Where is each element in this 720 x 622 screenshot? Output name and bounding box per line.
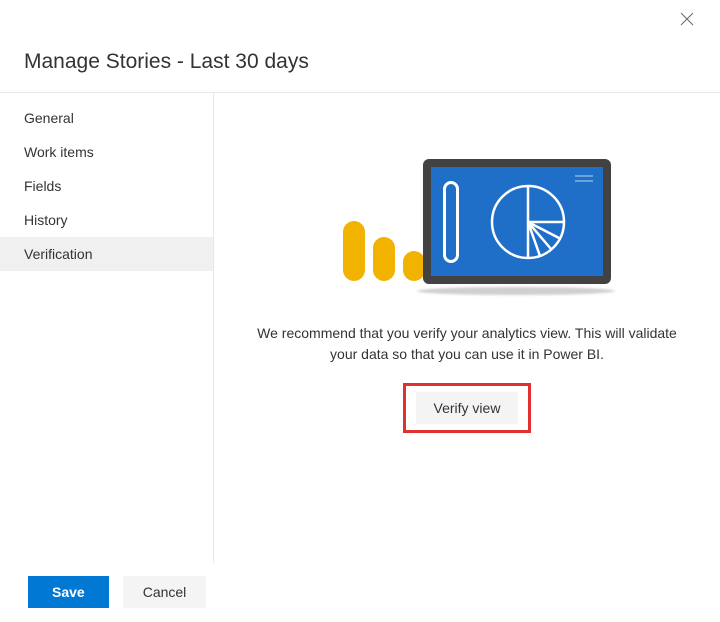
highlight-box: Verify view (403, 383, 532, 433)
close-icon[interactable] (680, 12, 700, 32)
footer: Save Cancel (28, 576, 206, 608)
sidebar-item-fields[interactable]: Fields (0, 169, 213, 203)
sidebar-item-label: General (24, 110, 74, 126)
sidebar-item-label: Verification (24, 246, 92, 262)
bar-icon (373, 237, 395, 281)
sidebar-item-label: Work items (24, 144, 94, 160)
sidebar-item-history[interactable]: History (0, 203, 213, 237)
tablet-icon (423, 159, 611, 284)
sidebar-item-general[interactable]: General (0, 101, 213, 135)
verify-view-button[interactable]: Verify view (416, 392, 519, 424)
save-button[interactable]: Save (28, 576, 109, 608)
sidebar-item-work-items[interactable]: Work items (0, 135, 213, 169)
cancel-button[interactable]: Cancel (123, 576, 207, 608)
description-text: We recommend that you verify your analyt… (257, 323, 677, 365)
illustration (337, 163, 597, 293)
sidebar: General Work items Fields History Verifi… (0, 93, 214, 563)
sidebar-item-label: History (24, 212, 68, 228)
sidebar-item-verification[interactable]: Verification (0, 237, 213, 271)
bar-icon (403, 251, 425, 281)
main-panel: We recommend that you verify your analyt… (214, 93, 720, 563)
bar-icon (343, 221, 365, 281)
sidebar-item-label: Fields (24, 178, 61, 194)
pie-chart-icon (487, 181, 569, 263)
page-title: Manage Stories - Last 30 days (0, 0, 720, 92)
